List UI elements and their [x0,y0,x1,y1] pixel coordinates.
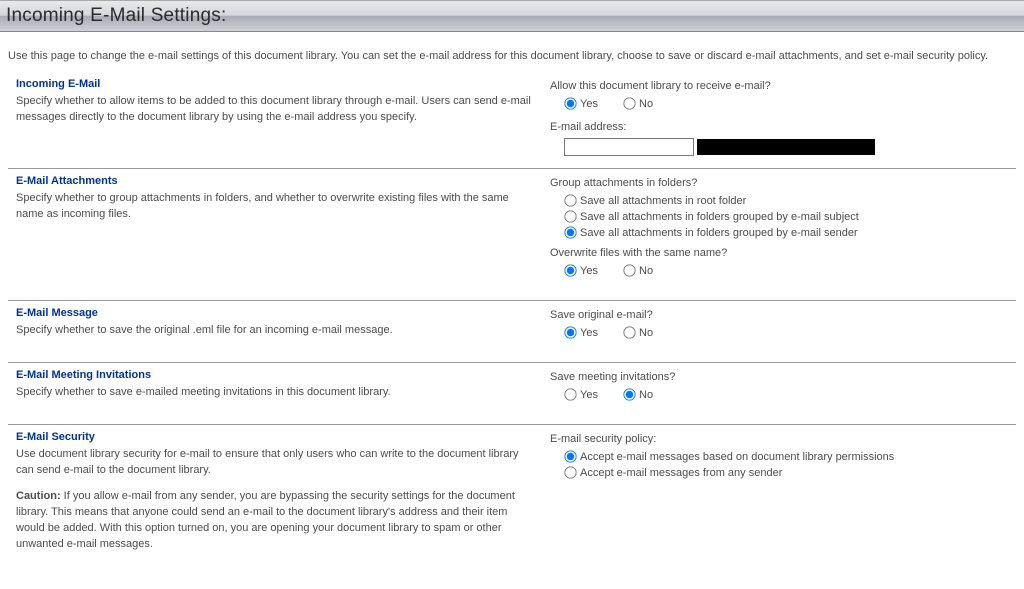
radio-allow-no[interactable]: No [623,97,653,110]
radio-save-yes-input[interactable] [564,326,576,338]
radio-save-no[interactable]: No [623,326,653,339]
radio-overwrite-yes[interactable]: Yes [564,264,598,277]
radio-label: Save all attachments in folders grouped … [580,211,859,223]
radio-group-subject[interactable]: Save all attachments in folders grouped … [564,210,1008,223]
radio-save-no-input[interactable] [623,326,635,338]
caution-text: If you allow e-mail from any sender, you… [16,490,515,550]
page-title: Incoming E-Mail Settings: [6,5,1018,27]
radio-label: No [639,98,653,110]
page-description: Use this page to change the e-mail setti… [0,32,1024,72]
radio-overwrite-yes-input[interactable] [564,264,576,276]
radio-label: Accept e-mail messages from any sender [580,467,782,479]
section-desc-message: Specify whether to save the original .em… [16,323,534,339]
radio-allow-yes[interactable]: Yes [564,97,598,110]
radio-group-root-input[interactable] [564,194,576,206]
radio-allow-yes-input[interactable] [564,97,576,109]
radio-meeting-no[interactable]: No [623,388,653,401]
section-meeting: E-Mail Meeting Invitations Specify wheth… [8,362,1016,424]
radio-save-yes[interactable]: Yes [564,326,598,339]
section-desc-meeting: Specify whether to save e-mailed meeting… [16,385,534,401]
section-title-security: E-Mail Security [16,431,534,443]
radio-group-root[interactable]: Save all attachments in root folder [564,194,1008,207]
section-title-meeting: E-Mail Meeting Invitations [16,369,534,381]
label-overwrite: Overwrite files with the same name? [550,247,1008,259]
radio-group-sender[interactable]: Save all attachments in folders grouped … [564,226,1008,239]
section-desc-incoming: Specify whether to allow items to be add… [16,94,534,126]
radio-meeting-no-input[interactable] [623,388,635,400]
radio-security-any[interactable]: Accept e-mail messages from any sender [564,466,1008,479]
section-title-attachments: E-Mail Attachments [16,175,534,187]
radio-group-sender-input[interactable] [564,226,576,238]
radio-security-any-input[interactable] [564,466,576,478]
radio-label: No [639,265,653,277]
section-desc-security-1: Use document library security for e-mail… [16,447,534,479]
section-attachments: E-Mail Attachments Specify whether to gr… [8,168,1016,300]
section-title-incoming: Incoming E-Mail [16,78,534,90]
section-message: E-Mail Message Specify whether to save t… [8,300,1016,362]
label-email-address: E-mail address: [550,121,1008,133]
radio-overwrite-no-input[interactable] [623,264,635,276]
label-save-meeting: Save meeting invitations? [550,371,1008,383]
section-desc-security-2: Caution: If you allow e-mail from any se… [16,489,534,553]
label-allow-receive: Allow this document library to receive e… [550,80,1008,92]
radio-security-permissions-input[interactable] [564,450,576,462]
label-security-policy: E-mail security policy: [550,433,1008,445]
radio-label: Save all attachments in folders grouped … [580,227,858,239]
caution-label: Caution: [16,490,61,502]
radio-label: No [639,389,653,401]
section-title-message: E-Mail Message [16,307,534,319]
radio-label: Yes [580,98,598,110]
radio-meeting-yes-input[interactable] [564,388,576,400]
radio-group-subject-input[interactable] [564,210,576,222]
radio-label: Save all attachments in root folder [580,195,746,207]
email-domain-suffix [697,139,875,155]
radio-label: Yes [580,265,598,277]
section-desc-attachments: Specify whether to group attachments in … [16,191,534,223]
email-address-input[interactable] [564,138,694,156]
section-incoming: Incoming E-Mail Specify whether to allow… [8,72,1016,168]
radio-allow-no-input[interactable] [623,97,635,109]
radio-label: Accept e-mail messages based on document… [580,451,894,463]
label-save-original: Save original e-mail? [550,309,1008,321]
header-bar: Incoming E-Mail Settings: [0,0,1024,32]
radio-security-permissions[interactable]: Accept e-mail messages based on document… [564,450,1008,463]
radio-meeting-yes[interactable]: Yes [564,388,598,401]
radio-overwrite-no[interactable]: No [623,264,653,277]
radio-label: No [639,327,653,339]
section-security: E-Mail Security Use document library sec… [8,424,1016,565]
radio-label: Yes [580,327,598,339]
label-group-attachments: Group attachments in folders? [550,177,1008,189]
radio-label: Yes [580,389,598,401]
